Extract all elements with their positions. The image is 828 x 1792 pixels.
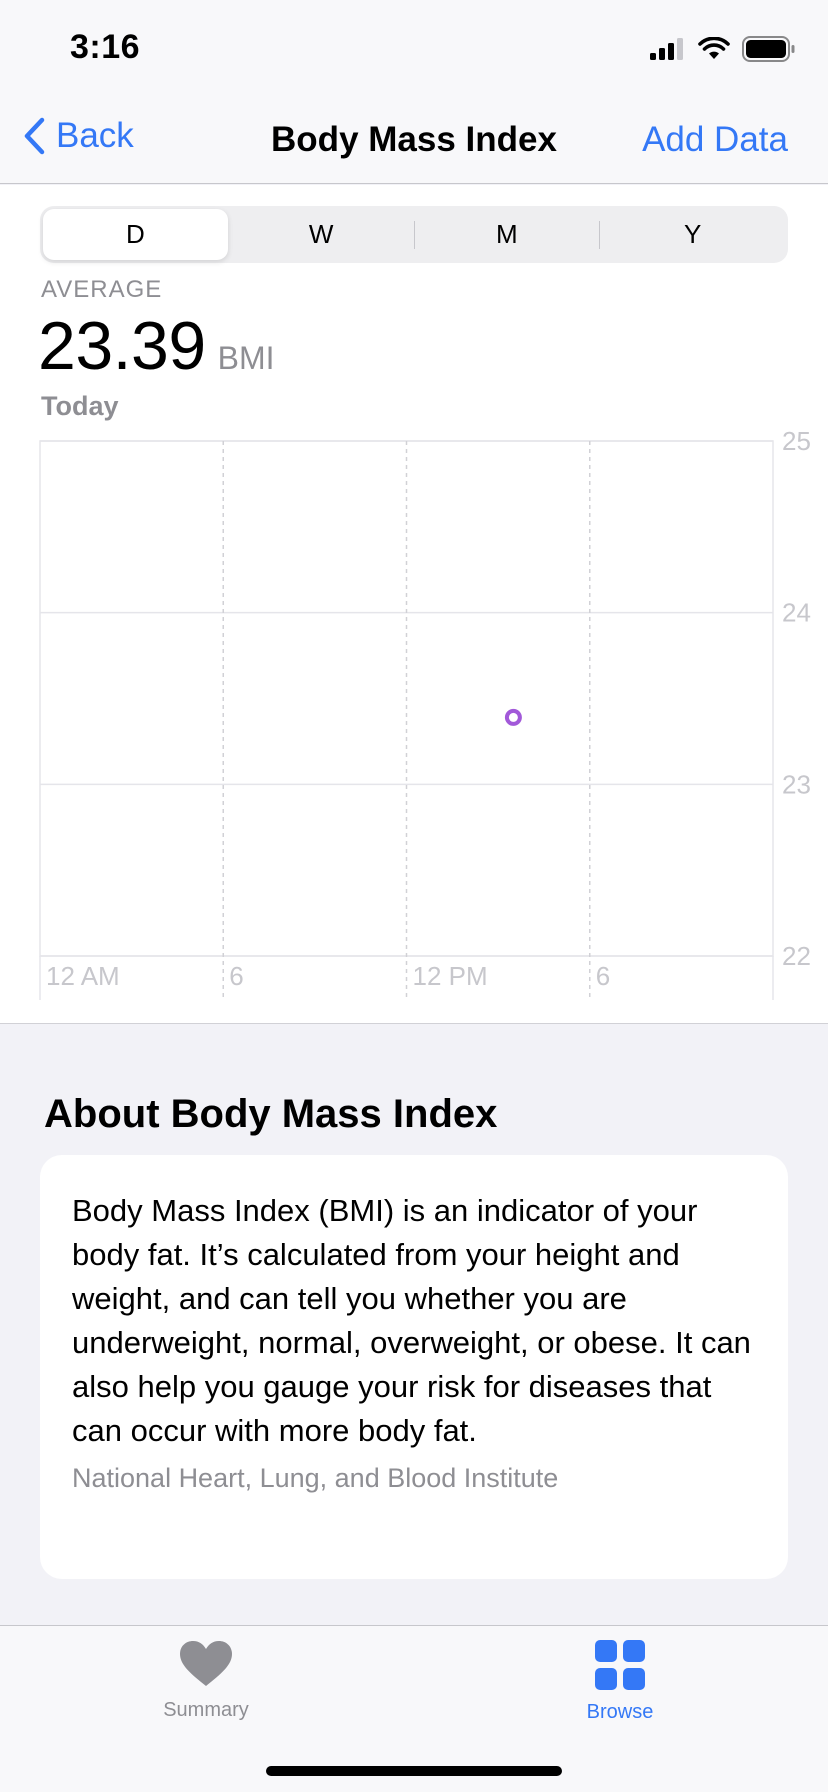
bmi-chart[interactable]: 25 24 23 22 12 AM 6 12 PM 6 (0, 185, 828, 1024)
about-card: Body Mass Index (BMI) is an indicator of… (40, 1155, 788, 1579)
chart-panel: D W M Y AVERAGE 23.39 BMI Today 25 24 23 22… (0, 185, 828, 1024)
navigation-bar: Back Body Mass Index Add Data (0, 100, 828, 184)
chevron-left-icon (24, 117, 45, 155)
about-source: National Heart, Lung, and Blood Institut… (72, 1463, 559, 1493)
back-button[interactable]: Back (22, 116, 134, 156)
back-label: Back (56, 116, 134, 155)
tab-summary[interactable]: Summary (106, 1640, 306, 1722)
y-tick-label: 24 (782, 598, 811, 628)
status-icons (650, 36, 796, 62)
x-tick-label: 12 AM (46, 961, 120, 991)
wifi-icon (698, 37, 730, 59)
tab-browse-label: Browse (586, 1701, 654, 1723)
status-time: 3:16 (70, 28, 141, 66)
home-indicator (266, 1766, 562, 1776)
screen: 3:16 Back Body Mass Index Add Data D W M… (0, 0, 828, 1792)
x-tick-label: 12 PM (413, 961, 488, 991)
y-tick-label: 23 (782, 769, 811, 799)
battery-icon (742, 36, 795, 62)
grid-icon (595, 1640, 645, 1690)
tab-browse[interactable]: Browse (520, 1640, 720, 1724)
cellular-signal-icon (650, 38, 683, 60)
heart-icon (180, 1641, 232, 1686)
about-title: About Body Mass Index (44, 1092, 498, 1136)
about-description: Body Mass Index (BMI) is an indicator of… (72, 1193, 751, 1448)
tab-summary-label: Summary (163, 1699, 249, 1721)
x-tick-label: 6 (596, 961, 610, 991)
y-tick-label: 22 (782, 941, 811, 971)
y-tick-label: 25 (782, 426, 811, 456)
x-tick-label: 6 (229, 961, 243, 991)
bmi-data-point (504, 708, 522, 726)
status-bar: 3:16 (0, 0, 828, 100)
add-data-button[interactable]: Add Data (642, 120, 788, 160)
